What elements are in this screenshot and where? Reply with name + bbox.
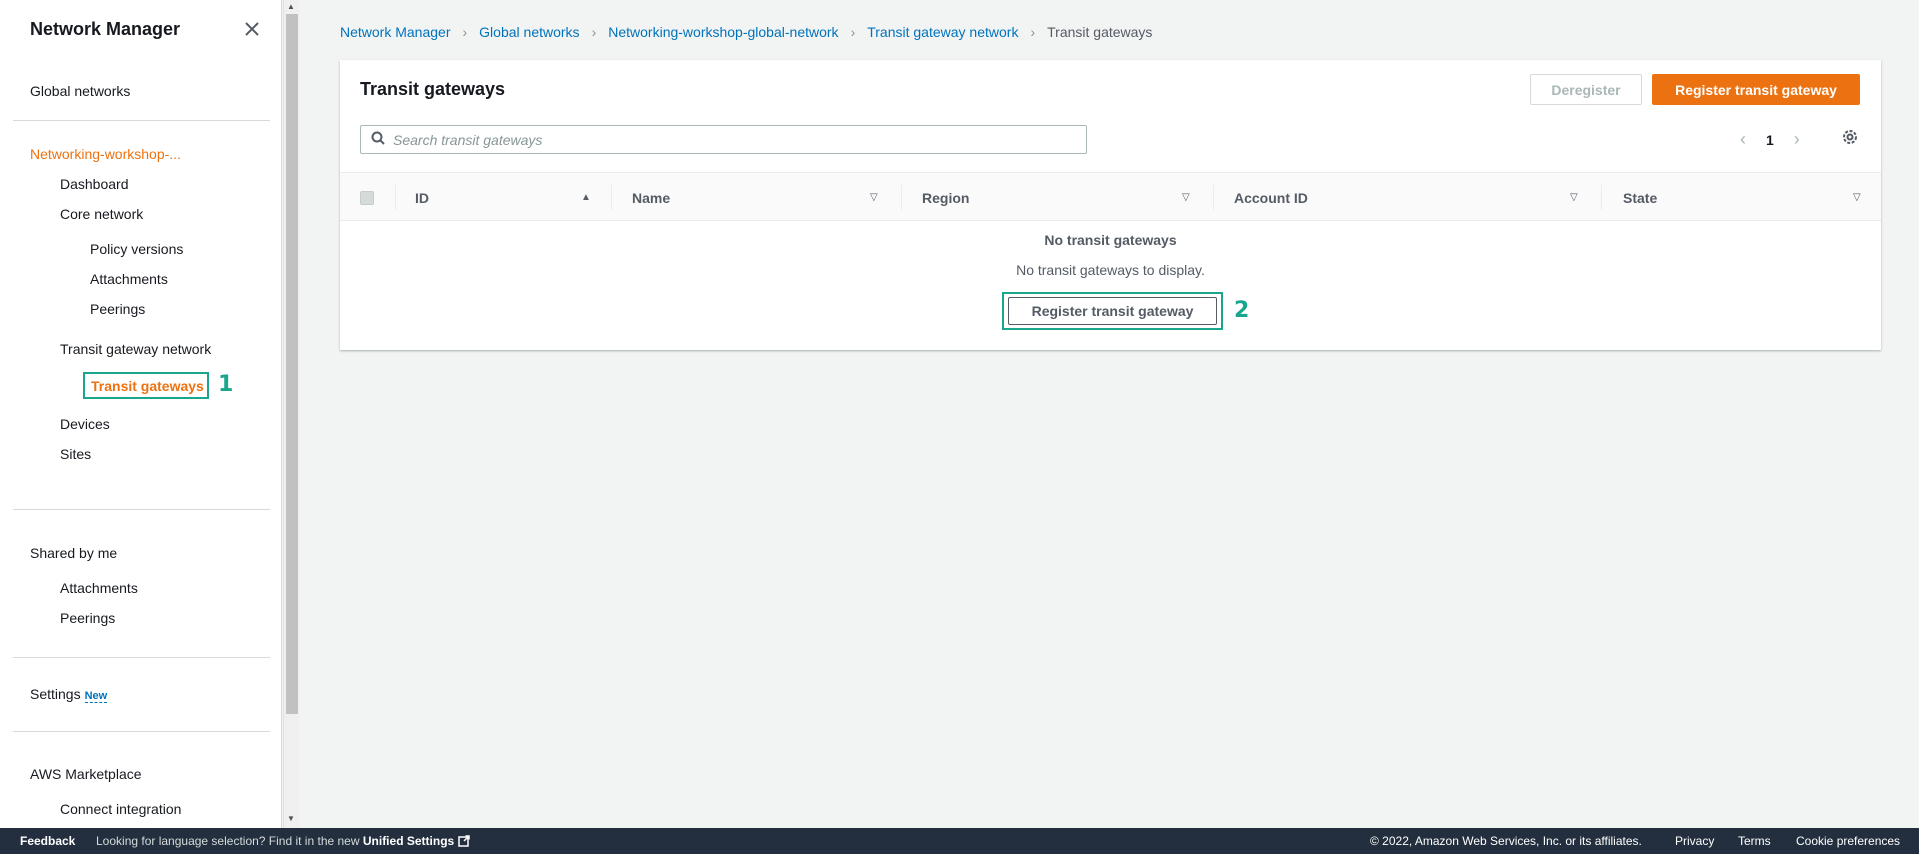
callout-box: Register transit gateway <box>1002 292 1223 330</box>
empty-register-button[interactable]: Register transit gateway <box>1008 297 1217 325</box>
callout-number: 1 <box>218 372 234 397</box>
breadcrumb-current: Transit gateways <box>1047 24 1153 40</box>
sidebar-divider <box>13 509 270 510</box>
sidebar-item-label: Transit gateways <box>91 378 204 394</box>
pagination: ‹ 1 › <box>1740 129 1800 150</box>
language-notice-text: Looking for language selection? Find it … <box>96 834 360 848</box>
chevron-right-icon: › <box>850 24 856 40</box>
scroll-up-icon[interactable]: ▲ <box>287 2 295 11</box>
terms-link[interactable]: Terms <box>1738 834 1771 848</box>
column-divider <box>395 185 396 210</box>
column-header-region[interactable]: Region <box>922 173 969 222</box>
callout-number: 2 <box>1234 298 1250 323</box>
sidebar-item-connect-integration[interactable]: Connect integration <box>60 801 181 817</box>
sidebar: Network Manager Global networks Networki… <box>0 0 282 828</box>
column-label: Account ID <box>1234 189 1308 206</box>
settings-label: Settings <box>30 686 81 702</box>
unified-settings-link[interactable]: Unified Settings <box>363 834 454 848</box>
transit-gateways-panel: Transit gateways Deregister Register tra… <box>340 60 1881 350</box>
sidebar-item-aws-marketplace[interactable]: AWS Marketplace <box>30 766 142 782</box>
sidebar-item-tgw-network[interactable]: Transit gateway network <box>60 341 211 357</box>
deregister-button[interactable]: Deregister <box>1530 74 1642 105</box>
sort-icon[interactable]: ▽ <box>870 192 878 203</box>
column-divider <box>1213 185 1214 210</box>
sidebar-item-devices[interactable]: Devices <box>60 416 110 432</box>
chevron-right-icon: › <box>1030 24 1036 40</box>
column-header-name[interactable]: Name <box>632 173 670 222</box>
sidebar-item-shared-peerings[interactable]: Peerings <box>60 610 115 626</box>
column-divider <box>1601 185 1602 210</box>
close-icon[interactable] <box>244 17 260 43</box>
sidebar-item-core-network[interactable]: Core network <box>60 206 143 222</box>
sidebar-scrollbar[interactable]: ▲ ▼ <box>283 0 299 828</box>
sort-icon[interactable]: ▽ <box>1570 192 1578 203</box>
column-label: Region <box>922 189 970 206</box>
footer: Feedback Looking for language selection?… <box>0 828 1919 854</box>
register-transit-gateway-button[interactable]: Register transit gateway <box>1652 74 1860 105</box>
sidebar-item-network[interactable]: Networking-workshop-... <box>30 146 181 162</box>
sidebar-item-policy-versions[interactable]: Policy versions <box>90 241 183 257</box>
column-header-account-id[interactable]: Account ID <box>1234 173 1308 222</box>
sidebar-divider <box>13 657 270 658</box>
breadcrumb: Network Manager › Global networks › Netw… <box>340 24 1152 40</box>
chevron-left-icon[interactable]: ‹ <box>1740 129 1746 150</box>
sidebar-item-settings[interactable]: Settings New <box>30 686 108 703</box>
breadcrumb-tgw-network[interactable]: Transit gateway network <box>867 24 1018 40</box>
new-badge: New <box>84 690 108 703</box>
empty-state-title: No transit gateways <box>1044 232 1177 248</box>
page-number[interactable]: 1 <box>1766 132 1774 148</box>
cookie-preferences-link[interactable]: Cookie preferences <box>1796 834 1900 848</box>
scrollbar-thumb[interactable] <box>286 14 298 714</box>
column-divider <box>611 185 612 210</box>
sidebar-title: Network Manager <box>30 19 181 39</box>
sidebar-item-shared-attachments[interactable]: Attachments <box>60 580 138 596</box>
sidebar-item-sites[interactable]: Sites <box>60 446 91 462</box>
breadcrumb-network-manager[interactable]: Network Manager <box>340 24 451 40</box>
column-header-state[interactable]: State <box>1623 173 1657 222</box>
copyright: © 2022, Amazon Web Services, Inc. or its… <box>1370 834 1642 848</box>
chevron-right-icon: › <box>462 24 468 40</box>
sort-icon[interactable]: ▽ <box>1853 192 1861 203</box>
search-input[interactable] <box>393 131 1073 148</box>
column-divider <box>901 185 902 210</box>
table-header: ID ▲ Name ▽ Region ▽ Account ID ▽ State … <box>340 172 1881 221</box>
column-label: ID <box>415 189 429 206</box>
sort-icon[interactable]: ▽ <box>1182 192 1190 203</box>
external-link-icon <box>457 834 470 848</box>
sidebar-item-peerings[interactable]: Peerings <box>90 301 145 317</box>
column-label: Name <box>632 189 671 206</box>
chevron-right-icon[interactable]: › <box>1794 129 1800 150</box>
panel-title: Transit gateways <box>360 79 506 99</box>
breadcrumb-global-networks[interactable]: Global networks <box>479 24 579 40</box>
empty-state-description: No transit gateways to display. <box>1016 262 1205 278</box>
search-icon <box>371 131 385 148</box>
column-header-id[interactable]: ID <box>415 173 429 222</box>
column-label: State <box>1623 189 1658 206</box>
chevron-right-icon: › <box>591 24 597 40</box>
sidebar-item-global-networks[interactable]: Global networks <box>30 83 130 99</box>
scroll-down-icon[interactable]: ▼ <box>287 814 295 823</box>
gear-icon[interactable] <box>1841 128 1859 149</box>
search-box <box>360 125 1087 154</box>
breadcrumb-global-network[interactable]: Networking-workshop-global-network <box>608 24 838 40</box>
feedback-link[interactable]: Feedback <box>20 834 75 848</box>
sidebar-divider <box>13 731 270 732</box>
sidebar-item-transit-gateways[interactable]: Transit gateways <box>83 372 209 399</box>
select-all-checkbox[interactable] <box>360 191 374 205</box>
privacy-link[interactable]: Privacy <box>1675 834 1714 848</box>
language-notice: Looking for language selection? Find it … <box>96 834 470 848</box>
sidebar-item-dashboard[interactable]: Dashboard <box>60 176 129 192</box>
sort-ascending-icon[interactable]: ▲ <box>581 192 591 203</box>
sidebar-item-attachments[interactable]: Attachments <box>90 271 168 287</box>
sidebar-item-shared-by-me[interactable]: Shared by me <box>30 545 117 561</box>
sidebar-divider <box>13 120 270 121</box>
